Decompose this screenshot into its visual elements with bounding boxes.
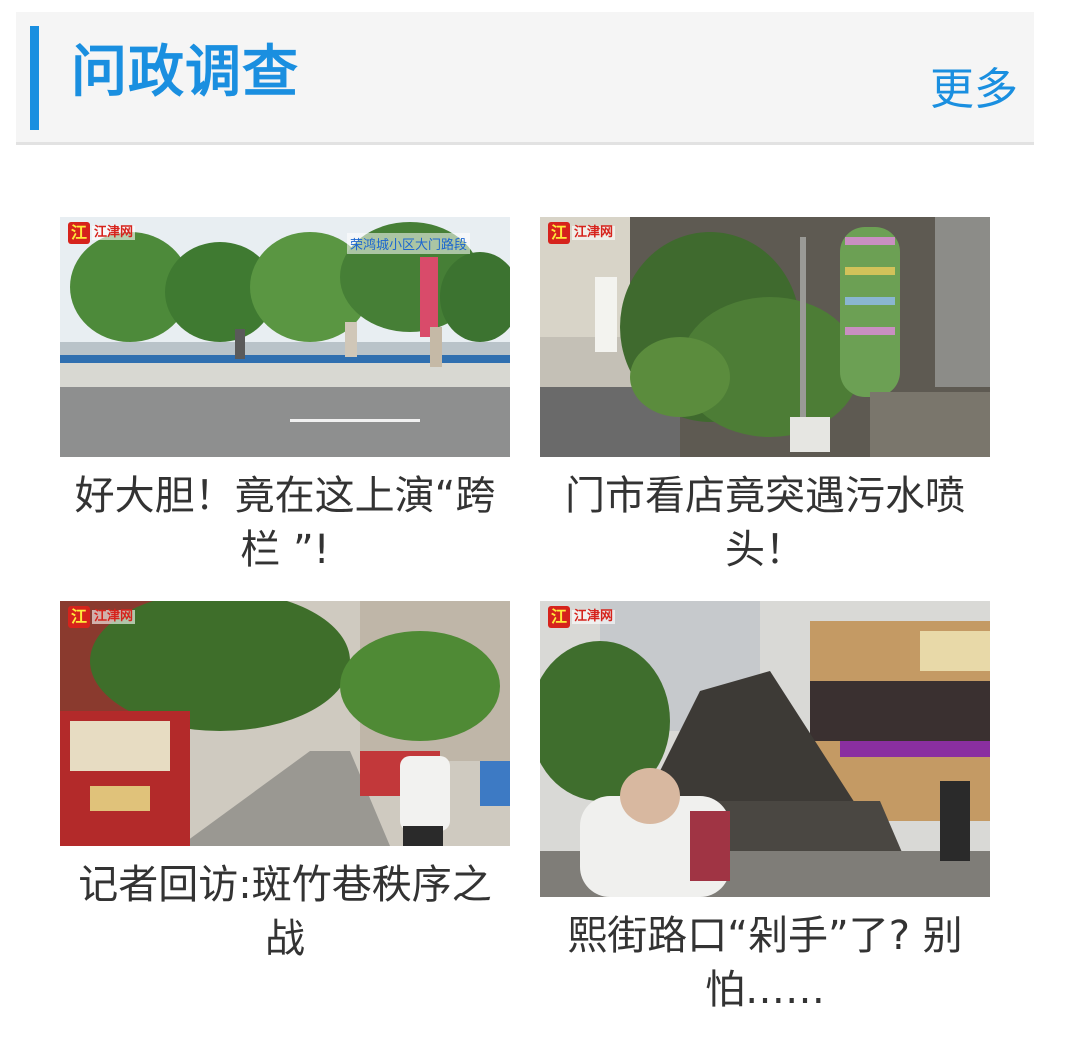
- article-thumbnail-3[interactable]: 江 江津网: [60, 601, 510, 846]
- logo-mark-icon: 江: [68, 606, 90, 628]
- section-title: 问政调查: [71, 40, 299, 105]
- article-title-2[interactable]: 门市看店竟突遇污水喷头！: [540, 469, 990, 577]
- logo-text: 江津网: [92, 225, 136, 240]
- section-header: 问政调查 更多: [16, 12, 1034, 145]
- logo-mark-icon: 江: [68, 222, 90, 244]
- article-card-4[interactable]: 江 江津网 熙街路口“剁手”了? 别怕……: [540, 601, 990, 1017]
- article-title-1[interactable]: 好大胆！竟在这上演“跨栏 ”!: [60, 469, 510, 577]
- article-thumbnail-4[interactable]: 江 江津网: [540, 601, 990, 897]
- watermark-logo: 江 江津网: [68, 605, 136, 629]
- logo-text: 江津网: [572, 225, 616, 240]
- article-card-1[interactable]: 江 江津网 荣鸿城小区大门路段 好大胆！竟在这上演“跨栏 ”!: [60, 217, 510, 577]
- logo-text: 江津网: [572, 609, 616, 624]
- article-card-2[interactable]: 江 江津网 门市看店竟突遇污水喷头！: [540, 217, 990, 577]
- watermark-logo: 江 江津网: [548, 605, 616, 629]
- logo-text: 江津网: [92, 609, 136, 624]
- logo-mark-icon: 江: [548, 222, 570, 244]
- article-thumbnail-1[interactable]: 江 江津网 荣鸿城小区大门路段: [60, 217, 510, 457]
- image-overlay-label: 荣鸿城小区大门路段: [346, 233, 470, 254]
- watermark-logo: 江 江津网: [68, 221, 136, 245]
- article-title-4[interactable]: 熙街路口“剁手”了? 别怕……: [540, 909, 990, 1017]
- logo-mark-icon: 江: [548, 606, 570, 628]
- header-accent-bar: [30, 26, 39, 130]
- more-link[interactable]: 更多: [930, 60, 1018, 120]
- watermark-logo: 江 江津网: [548, 221, 616, 245]
- article-title-3[interactable]: 记者回访:斑竹巷秩序之战: [60, 858, 510, 966]
- article-card-3[interactable]: 江 江津网 记者回访:斑竹巷秩序之战: [60, 601, 510, 966]
- article-thumbnail-2[interactable]: 江 江津网: [540, 217, 990, 457]
